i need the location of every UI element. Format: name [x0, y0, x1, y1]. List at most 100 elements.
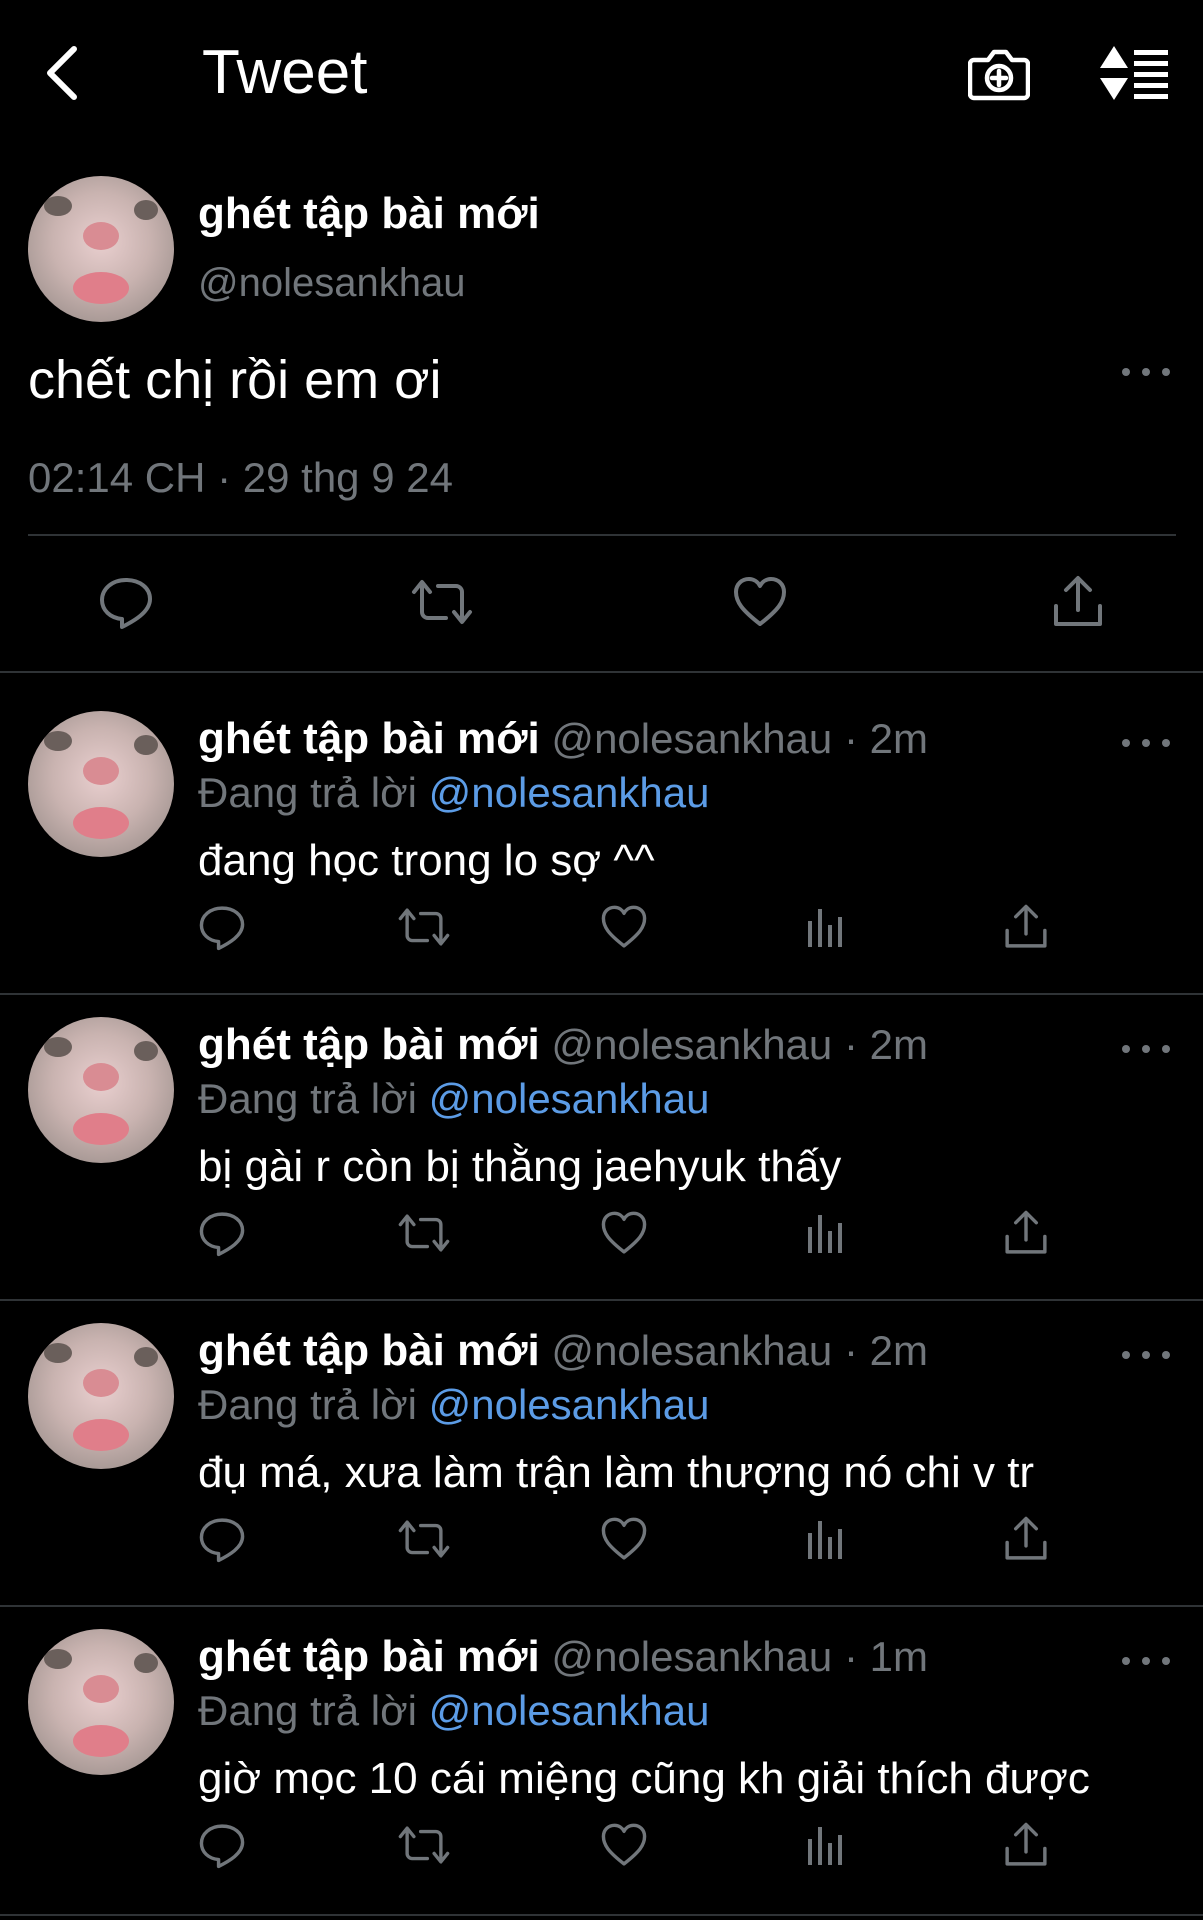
more-dot	[1162, 1045, 1170, 1053]
reply-header: ghét tập bài mới @nolesankhau · 2m	[198, 713, 928, 775]
camera-button[interactable]	[967, 44, 1031, 102]
mention-link[interactable]: @nolesankhau	[429, 1381, 710, 1428]
reply-icon	[199, 1824, 245, 1869]
replying-to: Đang trả lời @nolesankhau	[198, 767, 709, 819]
mention-link[interactable]: @nolesankhau	[429, 1075, 710, 1122]
analytics-button[interactable]	[798, 899, 854, 955]
reply-button[interactable]	[194, 899, 250, 955]
reply-header: ghét tập bài mới @nolesankhau · 2m	[198, 1019, 928, 1081]
heart-icon	[601, 1823, 647, 1866]
retweet-button[interactable]	[396, 899, 452, 955]
share-button[interactable]	[998, 1817, 1054, 1873]
retweet-icon	[412, 580, 472, 624]
user-handle[interactable]: @nolesankhau	[198, 258, 465, 308]
replying-to: Đang trả lời @nolesankhau	[198, 1073, 709, 1125]
reply-icon	[199, 1212, 245, 1257]
like-button[interactable]	[596, 899, 652, 955]
more-options-button[interactable]	[1122, 1343, 1170, 1367]
tweet-text: đụ má, xưa làm trận làm thượng nó chi v …	[198, 1448, 1035, 1497]
reply-tweet[interactable]: ghét tập bài mới @nolesankhau · 2m Đang …	[0, 1285, 1203, 1591]
more-dot	[1162, 1351, 1170, 1359]
cat-avatar-icon	[44, 731, 158, 839]
tweet-actions	[0, 570, 1203, 642]
tweet-text: giờ mọc 10 cái miệng cũng kh giải thích …	[198, 1754, 1090, 1803]
heart-icon	[734, 577, 786, 626]
tweet-text: bị gài r còn bị thằng jaehyuk thấy	[198, 1142, 842, 1191]
retweet-icon	[398, 1826, 450, 1864]
avatar[interactable]	[28, 1629, 174, 1775]
retweet-button[interactable]	[396, 1511, 452, 1567]
avatar[interactable]	[28, 1017, 174, 1163]
avatar[interactable]	[28, 711, 174, 857]
share-button[interactable]	[998, 1511, 1054, 1567]
share-icon	[1005, 1516, 1047, 1560]
retweet-button[interactable]	[396, 1205, 452, 1261]
page-title: Tweet	[202, 38, 368, 107]
tweet-timestamp: 02:14 CH · 29 thg 9 24	[28, 454, 453, 501]
mention-link[interactable]: @nolesankhau	[429, 769, 710, 816]
divider	[28, 534, 1176, 536]
reply-tweet[interactable]: ghét tập bài mới @nolesankhau · 1m Đang …	[0, 1591, 1203, 1897]
reply-icon	[100, 578, 152, 629]
display-name[interactable]: ghét tập bài mới	[198, 1020, 540, 1069]
more-dot	[1162, 368, 1170, 376]
analytics-button[interactable]	[798, 1817, 854, 1873]
retweet-icon	[398, 908, 450, 946]
reply-tweet[interactable]: ghét tập bài mới @nolesankhau · 2m Đang …	[0, 673, 1203, 979]
display-name[interactable]: ghét tập bài mới	[198, 1326, 540, 1375]
analytics-button[interactable]	[798, 1205, 854, 1261]
more-options-button[interactable]	[1122, 360, 1170, 384]
more-options-button[interactable]	[1122, 731, 1170, 755]
tweet-text: đang học trong lo sợ ^^	[198, 836, 655, 885]
avatar[interactable]	[28, 1323, 174, 1469]
more-dot	[1162, 739, 1170, 747]
top-bar: Tweet	[0, 0, 1203, 150]
like-button[interactable]	[596, 1817, 652, 1873]
more-dots-icon	[1122, 1657, 1130, 1665]
replying-to: Đang trả lời @nolesankhau	[198, 1685, 709, 1737]
sort-list-icon	[1100, 46, 1168, 100]
avatar[interactable]	[28, 176, 174, 322]
cat-avatar-icon	[44, 1649, 158, 1757]
more-dot	[1142, 739, 1150, 747]
back-button[interactable]	[36, 40, 88, 106]
display-name[interactable]: ghét tập bài mới	[198, 188, 540, 240]
analytics-button[interactable]	[798, 1511, 854, 1567]
display-name[interactable]: ghét tập bài mới	[198, 1632, 540, 1681]
camera-add-icon	[967, 49, 1031, 101]
reply-button[interactable]	[194, 1511, 250, 1567]
share-button[interactable]	[1046, 570, 1110, 634]
share-button[interactable]	[998, 1205, 1054, 1261]
display-name[interactable]: ghét tập bài mới	[198, 714, 540, 763]
mention-link[interactable]: @nolesankhau	[429, 1687, 710, 1734]
cat-avatar-icon	[44, 1037, 158, 1145]
more-dot	[1142, 1657, 1150, 1665]
reply-button[interactable]	[94, 570, 158, 634]
main-tweet: ghét tập bài mới @nolesankhau chết chị r…	[0, 150, 1203, 672]
cat-avatar-icon	[44, 1343, 158, 1451]
reply-header: ghét tập bài mới @nolesankhau · 2m	[198, 1325, 928, 1387]
retweet-button[interactable]	[396, 1817, 452, 1873]
reply-tweet[interactable]: ghét tập bài mới @nolesankhau · 2m Đang …	[0, 979, 1203, 1285]
heart-icon	[601, 905, 647, 948]
tweet-actions	[0, 1511, 1203, 1567]
replying-to: Đang trả lời @nolesankhau	[198, 1379, 709, 1431]
sort-button[interactable]	[1098, 44, 1170, 102]
more-options-button[interactable]	[1122, 1037, 1170, 1061]
retweet-button[interactable]	[410, 570, 474, 634]
more-dot	[1142, 1045, 1150, 1053]
like-button[interactable]	[596, 1205, 652, 1261]
cat-avatar-icon	[44, 196, 158, 304]
more-dots-icon	[1122, 739, 1130, 747]
reply-button[interactable]	[194, 1817, 250, 1873]
like-button[interactable]	[728, 570, 792, 634]
tweet-actions	[0, 1205, 1203, 1261]
replying-label: Đang trả lời	[198, 1687, 429, 1734]
share-button[interactable]	[998, 899, 1054, 955]
like-button[interactable]	[596, 1511, 652, 1567]
handle-and-time: @nolesankhau · 2m	[539, 715, 928, 762]
handle-and-time: @nolesankhau · 2m	[539, 1327, 928, 1374]
more-options-button[interactable]	[1122, 1649, 1170, 1673]
handle-and-time: @nolesankhau · 2m	[539, 1021, 928, 1068]
reply-button[interactable]	[194, 1205, 250, 1261]
